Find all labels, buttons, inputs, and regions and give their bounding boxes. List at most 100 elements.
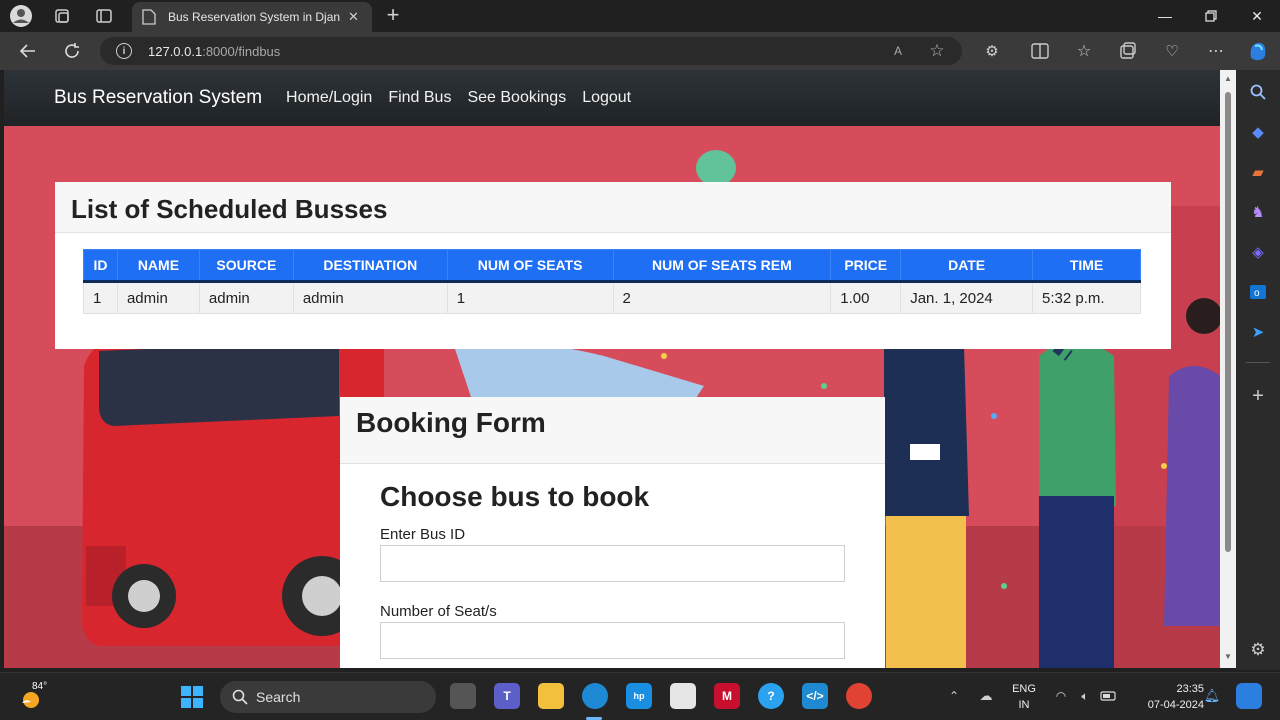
bus-id-input[interactable] — [380, 545, 845, 582]
volume-icon[interactable]: 🔈︎ — [1076, 688, 1094, 704]
tab-title: Bus Reservation System in Djang — [168, 10, 340, 24]
booking-form-header: Booking Form — [340, 397, 885, 464]
nav-see-bookings[interactable]: See Bookings — [467, 89, 566, 107]
new-tab-icon[interactable]: + — [382, 2, 404, 27]
scroll-down-arrow-icon[interactable]: ▼ — [1224, 652, 1232, 661]
profile-icon[interactable] — [9, 4, 33, 28]
read-aloud-icon[interactable]: A — [890, 43, 906, 59]
page-icon — [142, 9, 156, 25]
page-scrollbar[interactable]: ▲ ▼ — [1220, 70, 1236, 668]
cell-id: 1 — [83, 281, 118, 314]
column-header: DATE — [900, 249, 1034, 283]
cell-name: admin — [116, 281, 200, 314]
mcafee-icon[interactable]: M — [714, 683, 740, 709]
active-tab[interactable]: Bus Reservation System in Djang ✕ — [132, 2, 372, 32]
restore-icon[interactable] — [1188, 0, 1234, 32]
bus-id-label: Enter Bus ID — [380, 526, 466, 543]
wifi-icon[interactable]: ◠ — [1052, 688, 1070, 704]
edge-icon[interactable] — [582, 683, 608, 709]
shopping-tag-icon[interactable]: ◆ — [1248, 122, 1268, 142]
cell-time: 5:32 p.m. — [1032, 281, 1141, 314]
favorite-star-icon[interactable]: ☆ — [928, 41, 946, 60]
windows-logo-icon — [181, 686, 203, 708]
nav-find-bus[interactable]: Find Bus — [388, 89, 451, 107]
minimize-icon[interactable]: — — [1142, 0, 1188, 32]
scroll-up-arrow-icon[interactable]: ▲ — [1224, 74, 1232, 83]
weather-widget[interactable]: 84° — [18, 681, 54, 713]
cell-num-seats-rem: 2 — [612, 281, 832, 314]
onedrive-icon[interactable]: ☁ — [976, 688, 996, 704]
collections-icon[interactable] — [1118, 41, 1138, 61]
help-icon[interactable]: ? — [758, 683, 784, 709]
bus-list-title: List of Scheduled Busses — [71, 194, 388, 224]
seats-label: Number of Seat/s — [380, 603, 497, 620]
column-header: NAME — [116, 249, 200, 283]
games-icon[interactable]: ♞ — [1248, 202, 1268, 222]
svg-text:o: o — [1254, 288, 1260, 299]
address-toolbar: i 127.0.0.1:8000/findbus A ☆ ⚙ ☆ ♡ ⋯ — [0, 32, 1280, 70]
edge-sidebar: ◆ ▰ ♞ ◈ o ➤ + ⚙ — [1236, 70, 1280, 670]
back-icon[interactable] — [18, 41, 38, 61]
column-header: ID — [83, 249, 118, 283]
nav-home-login[interactable]: Home/Login — [286, 89, 372, 107]
browser-essentials-icon[interactable]: ♡ — [1162, 41, 1182, 61]
close-window-icon[interactable]: ✕ — [1234, 0, 1280, 32]
chrome-icon[interactable] — [846, 683, 872, 709]
copilot-sidebar-icon[interactable]: ◈ — [1248, 242, 1268, 262]
seats-input[interactable] — [380, 622, 845, 659]
task-view-icon[interactable] — [450, 683, 476, 709]
file-explorer-icon[interactable] — [538, 683, 564, 709]
cell-destination: admin — [292, 281, 448, 314]
start-button[interactable] — [180, 685, 204, 709]
booking-form-card: Booking Form Choose bus to book Enter Bu… — [340, 397, 885, 668]
refresh-icon[interactable] — [62, 41, 82, 61]
column-header: NUM OF SEATS REM — [612, 249, 832, 283]
myhp-icon[interactable]: hp — [626, 683, 652, 709]
scroll-thumb[interactable] — [1225, 92, 1231, 552]
search-icon[interactable] — [1248, 82, 1268, 102]
search-label: Search — [256, 689, 301, 705]
url-text: 127.0.0.1:8000/findbus — [148, 43, 281, 59]
copilot-taskbar-icon[interactable] — [1236, 683, 1262, 709]
close-tab-icon[interactable]: ✕ — [348, 9, 359, 25]
workspaces-icon[interactable] — [52, 6, 72, 26]
table-row: 1 admin admin admin 1 2 1.00 Jan. 1, 202… — [83, 281, 1141, 314]
language-indicator[interactable]: ENG IN — [1008, 681, 1040, 713]
send-icon[interactable]: ➤ — [1248, 322, 1268, 342]
column-header: TIME — [1032, 249, 1141, 283]
tools-icon[interactable]: ▰ — [1248, 162, 1268, 182]
battery-icon[interactable] — [1100, 688, 1118, 704]
copilot-icon[interactable] — [1246, 39, 1270, 63]
tray-overflow-icon[interactable]: ⌃ — [946, 688, 962, 704]
bus-list-card: List of Scheduled Busses ID NAME SOURCE … — [55, 182, 1171, 349]
more-menu-icon[interactable]: ⋯ — [1206, 41, 1226, 61]
weather-temp: 84° — [32, 681, 48, 692]
url-bar[interactable]: i 127.0.0.1:8000/findbus A ☆ — [100, 37, 962, 65]
column-header: DESTINATION — [292, 249, 448, 283]
site-info-icon[interactable]: i — [116, 43, 132, 59]
clock[interactable]: 23:35 07-04-2024 — [1128, 681, 1204, 713]
bus-table: ID NAME SOURCE DESTINATION NUM OF SEATS … — [83, 249, 1141, 314]
site-brand[interactable]: Bus Reservation System — [54, 87, 262, 109]
split-screen-icon[interactable] — [1030, 41, 1050, 61]
favorites-icon[interactable]: ☆ — [1074, 41, 1094, 61]
notification-bell-icon[interactable]: 🔔︎ — [1204, 688, 1221, 704]
extensions-icon[interactable]: ⚙ — [982, 41, 1002, 61]
table-header-row: ID NAME SOURCE DESTINATION NUM OF SEATS … — [83, 249, 1141, 283]
column-header: PRICE — [830, 249, 902, 283]
vscode-icon[interactable]: </> — [802, 683, 828, 709]
tab-actions-icon[interactable] — [94, 6, 114, 26]
cell-date: Jan. 1, 2024 — [900, 281, 1034, 314]
outlook-icon[interactable]: o — [1248, 282, 1268, 302]
cell-source: admin — [198, 281, 294, 314]
nav-logout[interactable]: Logout — [582, 89, 631, 107]
add-icon[interactable]: + — [1248, 385, 1268, 407]
page-viewport: Bus Reservation System Home/Login Find B… — [4, 70, 1220, 668]
windows-taskbar: 84° Search T hp M ? </> ⌃ ☁ ENG IN ◠ 🔈︎ … — [0, 672, 1280, 720]
booking-form-subtitle: Choose bus to book — [380, 481, 650, 512]
taskbar-search[interactable]: Search — [220, 681, 436, 713]
store-icon[interactable] — [670, 683, 696, 709]
teams-icon[interactable]: T — [494, 683, 520, 709]
settings-icon[interactable]: ⚙ — [1248, 640, 1268, 660]
column-header: NUM OF SEATS — [446, 249, 614, 283]
